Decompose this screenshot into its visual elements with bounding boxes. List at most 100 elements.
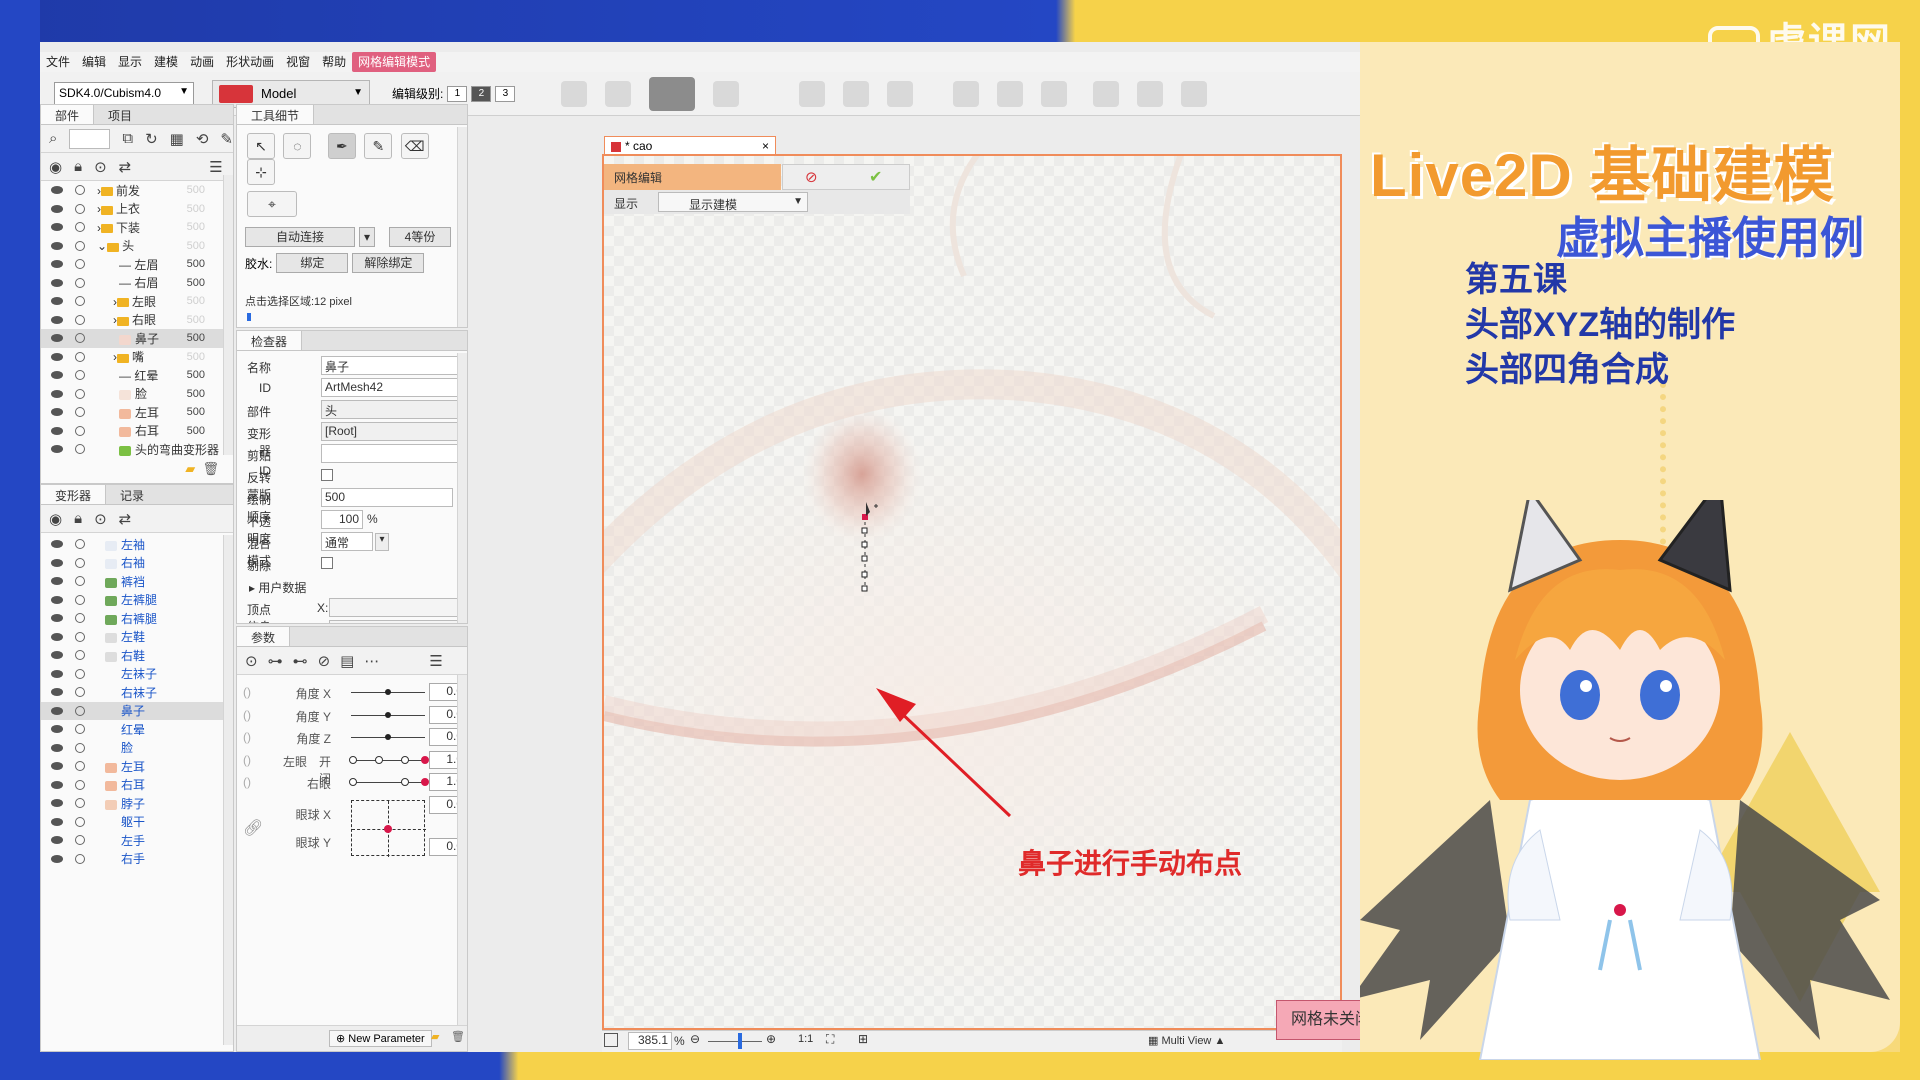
list-item[interactable]: 左手 bbox=[41, 831, 233, 850]
param-slider[interactable] bbox=[349, 755, 429, 764]
new-folder-icon[interactable]: ▰ bbox=[431, 1030, 439, 1043]
eye-icon[interactable] bbox=[51, 334, 63, 343]
lock-toggle-icon[interactable] bbox=[75, 576, 85, 587]
menu-shape-animation[interactable]: 形状动画 bbox=[220, 52, 280, 72]
lock-toggle-icon[interactable] bbox=[75, 594, 85, 605]
close-icon[interactable]: × bbox=[762, 139, 769, 153]
param-slider[interactable] bbox=[351, 711, 425, 718]
parts-scrollbar[interactable] bbox=[223, 175, 233, 455]
list-item[interactable]: › 前发 500 bbox=[41, 181, 233, 200]
culling-checkbox[interactable] bbox=[321, 557, 333, 569]
layout-icon[interactable] bbox=[605, 80, 632, 107]
menu-animation[interactable]: 动画 bbox=[184, 52, 220, 72]
tab-deformers[interactable]: 变形器 bbox=[41, 485, 107, 504]
document-tab[interactable]: * cao × bbox=[604, 136, 776, 156]
texture-atlas-icon[interactable] bbox=[561, 80, 588, 107]
eye-icon[interactable] bbox=[51, 577, 63, 586]
eye-icon[interactable] bbox=[51, 614, 63, 623]
list-item[interactable]: 脖子 bbox=[41, 794, 233, 813]
lock-toggle-icon[interactable] bbox=[75, 444, 85, 455]
lasso-icon[interactable] bbox=[997, 80, 1024, 107]
filter-icon[interactable]: ⧉ bbox=[122, 130, 133, 147]
link-icon[interactable] bbox=[1181, 80, 1208, 107]
list-item[interactable]: 右耳 500 bbox=[41, 422, 233, 441]
rotation-deformer-icon[interactable] bbox=[887, 80, 914, 107]
list-item[interactable]: 右鞋 bbox=[41, 646, 233, 665]
trash-icon[interactable]: 🗑︎ bbox=[451, 1030, 465, 1043]
eye-icon[interactable] bbox=[51, 725, 63, 734]
auto-mesh-icon[interactable]: ⌖ bbox=[247, 191, 297, 217]
auto-connect-button[interactable]: 自动连接 bbox=[245, 227, 355, 247]
list-item[interactable]: › 上衣 500 bbox=[41, 200, 233, 219]
eye-icon[interactable] bbox=[51, 854, 63, 863]
eye-icon[interactable] bbox=[51, 315, 63, 324]
list-item-selected[interactable]: 鼻子 bbox=[41, 701, 233, 720]
pin-icon[interactable] bbox=[1137, 80, 1164, 107]
eye-icon[interactable] bbox=[51, 595, 63, 604]
pen-icon[interactable]: ✒ bbox=[327, 133, 356, 159]
menu-icon[interactable]: ☰ bbox=[209, 158, 222, 176]
user-data-toggle[interactable]: ▸ 用户数据 bbox=[249, 579, 306, 596]
unbind-button[interactable]: 解除绑定 bbox=[352, 253, 425, 273]
list-item[interactable]: 头的弯曲变形器 bbox=[41, 440, 233, 459]
eye-icon[interactable] bbox=[51, 389, 63, 398]
list-item[interactable]: 左袖 bbox=[41, 535, 233, 554]
lock-toggle-icon[interactable] bbox=[75, 240, 85, 251]
bind-button[interactable]: 绑定 bbox=[276, 253, 349, 273]
eye-icon[interactable] bbox=[51, 540, 63, 549]
list-item[interactable]: 左耳 bbox=[41, 757, 233, 776]
play-icon[interactable]: ⊙ bbox=[94, 158, 107, 176]
chevron-down-icon[interactable]: ▾ bbox=[359, 227, 375, 247]
lock-toggle-icon[interactable] bbox=[75, 539, 85, 550]
tab-items[interactable]: 项目 bbox=[94, 105, 146, 124]
eye-icon[interactable] bbox=[51, 278, 63, 287]
lock-toggle-icon[interactable] bbox=[75, 351, 85, 362]
grid-icon[interactable]: ⊞ bbox=[858, 1032, 868, 1046]
click-region-slider[interactable] bbox=[247, 313, 251, 321]
sdk-select[interactable]: SDK4.0/Cubism4.0 ▼ bbox=[54, 81, 194, 106]
lock-toggle-icon[interactable] bbox=[75, 222, 85, 233]
user-data-row[interactable]: ▸ 用户数据 bbox=[237, 575, 467, 597]
parameter-scrollbar[interactable] bbox=[457, 675, 467, 1025]
play-icon[interactable]: ⊙ bbox=[245, 652, 258, 670]
list-item[interactable]: — 红晕 500 bbox=[41, 366, 233, 385]
eye-icon[interactable] bbox=[51, 706, 63, 715]
tab-inspector[interactable]: 检查器 bbox=[237, 331, 303, 350]
add-key-icon[interactable]: ⊶ bbox=[268, 652, 283, 670]
param-angle-x[interactable]: () 角度 X 0.0 bbox=[237, 681, 467, 704]
lock-toggle-icon[interactable] bbox=[75, 296, 85, 307]
eye-icon[interactable] bbox=[51, 558, 63, 567]
zoom-out-icon[interactable]: ⊖ bbox=[690, 1032, 700, 1046]
zoom-field[interactable]: 385.1 bbox=[628, 1032, 672, 1050]
list-item[interactable]: 右袖 bbox=[41, 554, 233, 573]
clip-id-field[interactable] bbox=[321, 444, 467, 463]
lock-toggle-icon[interactable] bbox=[75, 631, 85, 642]
eye-icon[interactable] bbox=[51, 204, 63, 213]
display-mode-select[interactable]: 显示建模 ▼ bbox=[658, 192, 808, 212]
eye-icon[interactable] bbox=[51, 371, 63, 380]
name-field[interactable]: 鼻子 bbox=[321, 356, 467, 375]
edit-level-2-button[interactable]: 2 bbox=[471, 85, 492, 102]
swap-icon[interactable]: ⇄ bbox=[119, 158, 132, 176]
lock-toggle-icon[interactable] bbox=[75, 185, 85, 196]
edit-level-1-button[interactable]: 1 bbox=[447, 85, 468, 102]
list-item[interactable]: 躯干 bbox=[41, 813, 233, 832]
lock-toggle-icon[interactable] bbox=[75, 203, 85, 214]
param-group-icon[interactable]: ▤ bbox=[340, 652, 354, 670]
zoom-in-icon[interactable]: ⊕ bbox=[766, 1032, 776, 1046]
lock-toggle-icon[interactable] bbox=[75, 798, 85, 809]
actual-size-button[interactable]: 1:1 bbox=[798, 1033, 813, 1045]
opacity-field[interactable]: 100 bbox=[321, 510, 363, 529]
lock-toggle-icon[interactable] bbox=[75, 779, 85, 790]
confirm-check-icon[interactable]: ✔ bbox=[869, 167, 882, 187]
vertex-add-icon[interactable]: ⊹ bbox=[247, 159, 275, 185]
new-parameter-button[interactable]: ⊕ New Parameter bbox=[329, 1030, 432, 1047]
link-icon[interactable]: () bbox=[243, 753, 251, 767]
param-angle-y[interactable]: () 角度 Y 0.0 bbox=[237, 704, 467, 727]
eye-icon[interactable] bbox=[51, 426, 63, 435]
list-item[interactable]: 脸 bbox=[41, 739, 233, 758]
eye-icon[interactable] bbox=[51, 186, 63, 195]
link-icon[interactable]: () bbox=[243, 685, 251, 699]
eye-icon[interactable] bbox=[51, 632, 63, 641]
view-toggle-icon[interactable] bbox=[604, 1033, 618, 1047]
